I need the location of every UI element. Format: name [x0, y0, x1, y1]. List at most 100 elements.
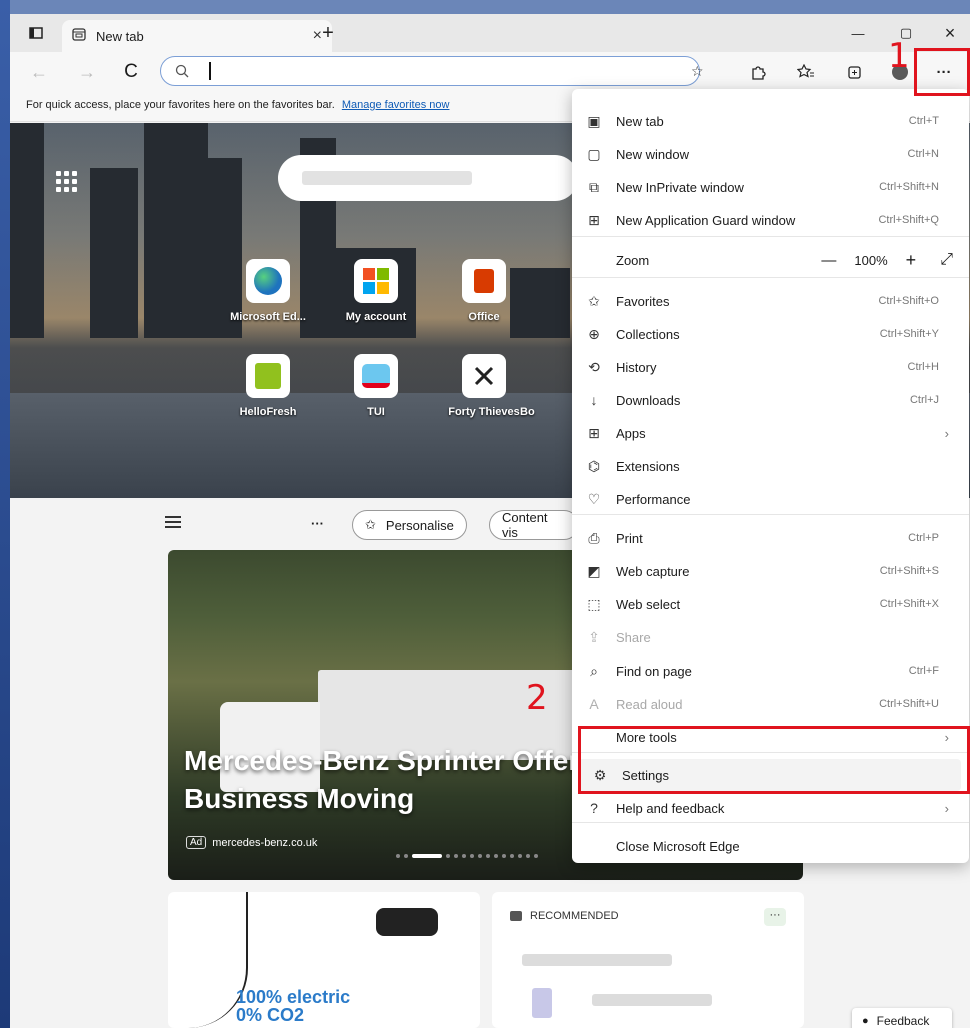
- quick-link-label: TUI: [367, 406, 385, 418]
- ad-source: Ad mercedes-benz.co.uk: [186, 836, 317, 849]
- electric-van-card[interactable]: 100% electric 0% CO2: [168, 892, 480, 1028]
- forward-button[interactable]: →: [74, 60, 100, 84]
- fullscreen-icon[interactable]: ⤢: [940, 251, 953, 269]
- quick-link-my-account[interactable]: My account: [326, 259, 426, 323]
- ad-source-label: mercedes-benz.co.uk: [212, 836, 318, 849]
- help-icon: ?: [590, 800, 598, 816]
- zoom-out-button[interactable]: —: [821, 252, 836, 269]
- blurred-text: [592, 994, 712, 1006]
- menu-item-help[interactable]: ? Help and feedback ›: [572, 792, 969, 824]
- menu-item-new-window[interactable]: ▢ New window Ctrl+N: [572, 138, 969, 170]
- office-icon: [462, 259, 506, 303]
- refresh-button[interactable]: C: [118, 60, 144, 84]
- performance-icon: ♡: [587, 490, 601, 507]
- electric-text: 100% electric 0% CO2: [236, 988, 350, 1024]
- recommended-header: RECOMMENDED: [510, 910, 619, 922]
- quick-link-forty-thieves[interactable]: Forty Thieves: [434, 354, 534, 418]
- annotation-box-1: [914, 48, 970, 96]
- menu-item-shortcut: Ctrl+Shift+Q: [878, 214, 939, 226]
- menu-item-new-app-guard[interactable]: ⊞ New Application Guard window Ctrl+Shift+…: [572, 204, 969, 236]
- extensions-icon[interactable]: [744, 60, 772, 84]
- menu-item-shortcut: Ctrl+Shift+N: [879, 181, 939, 193]
- menu-item-apps[interactable]: ⊞ Apps ›: [572, 417, 969, 449]
- menu-item-performance[interactable]: ♡ Performance: [572, 483, 969, 515]
- feed-more-button[interactable]: ···: [311, 516, 324, 531]
- new-tab-button[interactable]: +: [316, 14, 340, 52]
- title-bar: New tab × + — ▢ ×: [10, 14, 970, 52]
- menu-item-read-aloud[interactable]: A Read aloud Ctrl+Shift+U: [572, 688, 969, 720]
- menu-item-label: Find on page: [616, 663, 692, 679]
- menu-item-shortcut: Ctrl+F: [908, 665, 939, 677]
- quick-link-microsoft-edge[interactable]: Microsoft Ed...: [218, 259, 318, 323]
- tab-actions-icon[interactable]: [24, 14, 48, 52]
- text-cursor: [209, 62, 211, 80]
- carousel-dots[interactable]: [396, 854, 538, 858]
- tab-new-tab[interactable]: New tab ×: [62, 20, 332, 52]
- menu-item-shortcut: Ctrl+J: [909, 394, 939, 406]
- feedback-icon: ●: [862, 1015, 869, 1027]
- quick-link-hellofresh[interactable]: HelloFresh: [218, 354, 318, 418]
- minimize-button[interactable]: —: [838, 14, 878, 52]
- recommended-more-button[interactable]: ···: [764, 908, 786, 926]
- menu-item-shortcut: Ctrl+P: [908, 532, 939, 544]
- forty-thieves-icon: [462, 354, 506, 398]
- toolbar: ← → C ☆ ···: [10, 52, 970, 92]
- menu-item-shortcut: Ctrl+Shift+O: [878, 295, 939, 307]
- menu-item-favorites[interactable]: ✩ Favorites Ctrl+Shift+O: [572, 285, 969, 317]
- menu-item-shortcut: Ctrl+Shift+S: [879, 565, 939, 577]
- collections-icon: ⊕: [588, 325, 600, 342]
- menu-item-web-capture[interactable]: ◩ Web capture Ctrl+Shift+S: [572, 555, 969, 587]
- menu-item-label: Close Microsoft Edge: [616, 838, 740, 854]
- web-search-box[interactable]: [278, 155, 578, 201]
- quick-link-office[interactable]: Office: [434, 259, 534, 323]
- add-favorite-icon[interactable]: ☆: [691, 63, 704, 80]
- favorites-icon: ✩: [588, 292, 600, 309]
- back-button[interactable]: ←: [26, 60, 52, 84]
- content-visible-button[interactable]: Content vis: [489, 510, 579, 540]
- quick-link-label: My account: [345, 311, 407, 323]
- menu-item-label: Favorites: [616, 293, 670, 309]
- menu-item-shortcut: Ctrl+N: [907, 148, 939, 160]
- quick-link-tui[interactable]: TUI: [326, 354, 426, 418]
- close-window-button[interactable]: ×: [932, 14, 968, 52]
- tab-page-icon: [72, 28, 86, 44]
- menu-item-web-select[interactable]: ⬚ Web select Ctrl+Shift+X: [572, 588, 969, 620]
- personalise-icon: ✩: [365, 517, 376, 532]
- menu-item-extensions[interactable]: ⌬ Extensions: [572, 450, 969, 482]
- quick-link-label: HelloFresh: [239, 406, 297, 418]
- menu-item-shortcut: Ctrl+T: [908, 115, 939, 127]
- menu-item-shortcut: Ctrl+Shift+U: [879, 698, 939, 710]
- feedback-button[interactable]: ● Feedback: [852, 1008, 952, 1028]
- menu-item-share[interactable]: ⇪ Share: [572, 621, 969, 653]
- menu-item-collections[interactable]: ⊕ Collections Ctrl+Shift+Y: [572, 318, 969, 350]
- feed-menu-icon[interactable]: [165, 516, 181, 531]
- menu-item-find-on-page[interactable]: ⌕ Find on page Ctrl+F: [572, 655, 969, 687]
- chevron-right-icon: ›: [944, 425, 949, 441]
- menu-item-new-inprivate[interactable]: ⧉ New InPrivate window Ctrl+Shift+N: [572, 171, 969, 203]
- menu-item-history[interactable]: ⟲ History Ctrl+H: [572, 351, 969, 383]
- menu-item-new-tab[interactable]: ▣ New tab Ctrl+T: [572, 105, 969, 137]
- personalise-button[interactable]: ✩ Personalise: [352, 510, 467, 540]
- find-icon: ⌕: [590, 662, 598, 679]
- menu-item-print[interactable]: ⎙ Print Ctrl+P: [572, 522, 969, 554]
- menu-item-label: Print: [616, 530, 643, 546]
- collections-icon[interactable]: [840, 60, 868, 84]
- browser-window: New tab × + — ▢ × ← → C ☆ ··· For quick …: [10, 14, 970, 1028]
- menu-separator: [572, 277, 969, 278]
- web-select-icon: ⬚: [587, 595, 601, 612]
- address-bar[interactable]: ☆: [160, 56, 704, 86]
- microsoft-icon: [354, 259, 398, 303]
- recommended-card[interactable]: RECOMMENDED ···: [492, 892, 804, 1028]
- blurred-image: [532, 988, 552, 1018]
- extensions-icon: ⌬: [587, 457, 601, 474]
- favorites-icon[interactable]: [792, 60, 820, 84]
- desktop-side: [0, 0, 10, 1028]
- zoom-in-button[interactable]: +: [906, 250, 917, 271]
- menu-item-downloads[interactable]: ↓ Downloads Ctrl+J: [572, 384, 969, 416]
- edge-icon: [246, 259, 290, 303]
- manage-favorites-link[interactable]: Manage favorites now: [342, 99, 450, 111]
- annotation-number-1: 1: [888, 36, 910, 76]
- apps-launcher-icon[interactable]: [56, 171, 77, 192]
- menu-item-close-edge[interactable]: Close Microsoft Edge: [572, 830, 969, 862]
- quick-link-partial[interactable]: Bo: [520, 354, 560, 418]
